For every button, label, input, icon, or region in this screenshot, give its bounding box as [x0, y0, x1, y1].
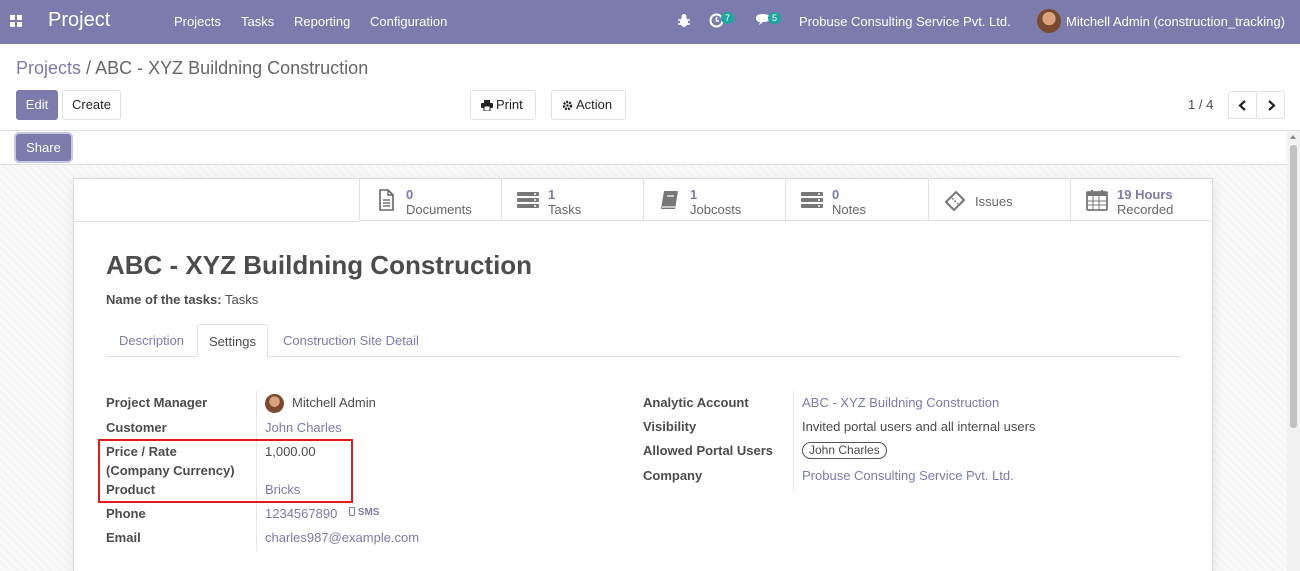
menu-tasks[interactable]: Tasks: [241, 14, 274, 29]
action-button[interactable]: Action: [551, 90, 626, 120]
documents-label: Documents: [406, 202, 472, 217]
debug-bug-icon[interactable]: [677, 13, 691, 28]
tab-description[interactable]: Description: [119, 324, 184, 357]
menu-reporting[interactable]: Reporting: [294, 14, 350, 29]
manager-avatar: [265, 394, 284, 413]
apps-menu-icon[interactable]: [10, 15, 22, 27]
tasks-name-value: Tasks: [224, 292, 259, 307]
analytic-account-link[interactable]: ABC - XYZ Buildning Construction: [802, 395, 999, 410]
issues-label: Issues: [975, 194, 1013, 209]
document-icon: [379, 189, 394, 211]
analytic-account-label: Analytic Account: [643, 395, 749, 410]
print-button[interactable]: Print: [470, 90, 536, 120]
project-title: ABC - XYZ Buildning Construction: [106, 250, 533, 280]
user-avatar[interactable]: [1037, 9, 1061, 33]
book-icon: [661, 191, 678, 209]
visibility-label: Visibility: [643, 419, 697, 434]
hours-recorded-smart-button[interactable]: 19 Hours Recorded: [1070, 178, 1212, 221]
mobile-icon: [349, 507, 355, 516]
user-menu[interactable]: Mitchell Admin (construction_tracking): [1066, 14, 1285, 29]
activity-count-badge: 7: [721, 12, 735, 24]
breadcrumb-current: ABC - XYZ Buildning Construction: [95, 58, 369, 78]
breadcrumb: Projects / ABC - XYZ Buildning Construct…: [16, 58, 368, 79]
email-link[interactable]: charles987@example.com: [265, 530, 419, 545]
breadcrumb-projects-link[interactable]: Projects: [16, 58, 81, 78]
documents-smart-button[interactable]: 0 Documents: [359, 178, 501, 221]
project-manager-value[interactable]: Mitchell Admin: [292, 395, 376, 410]
tasks-smart-button[interactable]: 1 Tasks: [501, 178, 643, 221]
right-group-separator: [793, 391, 794, 491]
hours-label: Recorded: [1117, 202, 1174, 217]
highlight-box: [98, 439, 353, 503]
phone-label: Phone: [106, 506, 146, 521]
breadcrumb-separator: /: [86, 58, 92, 78]
menu-projects[interactable]: Projects: [174, 14, 221, 29]
chevron-right-icon: [1268, 100, 1276, 111]
company-link[interactable]: Probuse Consulting Service Pvt. Ltd.: [802, 468, 1014, 483]
notes-smart-button[interactable]: 0 Notes: [785, 178, 927, 221]
message-count-badge: 5: [768, 12, 782, 24]
sms-button[interactable]: SMS: [349, 507, 379, 518]
jobcosts-label: Jobcosts: [690, 202, 742, 217]
tasks-name-label: Name of the tasks:: [106, 292, 222, 307]
customer-label: Customer: [106, 420, 167, 435]
hours-value: 19 Hours: [1117, 187, 1173, 202]
share-button[interactable]: Share: [16, 134, 71, 161]
jobcosts-count: 1: [690, 187, 698, 202]
chevron-left-icon: [1238, 100, 1246, 111]
tasks-count: 1: [548, 187, 556, 202]
allowed-portal-users-label: Allowed Portal Users: [643, 443, 774, 458]
email-label: Email: [106, 530, 141, 545]
control-panel-divider: [0, 130, 1300, 131]
form-sheet: [73, 178, 1213, 571]
jobcosts-smart-button[interactable]: 1 Jobcosts: [643, 178, 785, 221]
company-switcher[interactable]: Probuse Consulting Service Pvt. Ltd.: [799, 14, 1011, 29]
documents-count: 0: [406, 187, 414, 202]
calendar-icon: [1086, 190, 1108, 211]
portal-user-tag[interactable]: John Charles: [802, 442, 887, 459]
pager-value[interactable]: 1 / 4: [1188, 97, 1213, 112]
sms-label: SMS: [357, 507, 380, 518]
tab-settings[interactable]: Settings: [197, 324, 268, 357]
menu-configuration[interactable]: Configuration: [370, 14, 447, 29]
tasks-icon: [517, 192, 539, 208]
notes-label: Notes: [832, 202, 866, 217]
notes-icon: [801, 192, 823, 208]
top-navbar: Project Projects Tasks Reporting Configu…: [0, 0, 1300, 44]
tasks-label: Tasks: [548, 202, 582, 217]
phone-link[interactable]: 1234567890: [265, 506, 337, 521]
visibility-value: Invited portal users and all internal us…: [802, 419, 1036, 434]
company-label: Company: [643, 468, 703, 483]
gear-icon: [562, 100, 573, 111]
pager-previous-button[interactable]: [1228, 91, 1257, 119]
edit-button[interactable]: Edit: [16, 90, 58, 120]
action-label: Action: [576, 97, 613, 112]
notes-count: 0: [832, 187, 840, 202]
smart-buttons-divider: [73, 221, 359, 222]
ticket-icon: [944, 190, 966, 211]
tab-construction-site-detail[interactable]: Construction Site Detail: [283, 324, 419, 357]
print-icon: [481, 100, 493, 111]
pager-next-button[interactable]: [1256, 91, 1285, 119]
project-manager-label: Project Manager: [106, 395, 208, 410]
create-button[interactable]: Create: [62, 90, 121, 120]
customer-link[interactable]: John Charles: [265, 420, 342, 435]
issues-smart-button[interactable]: Issues: [928, 178, 1070, 221]
print-label: Print: [496, 97, 523, 112]
app-brand[interactable]: Project: [48, 9, 110, 32]
scrollbar[interactable]: [1287, 131, 1300, 571]
tasks-name-field: Name of the tasks: Tasks: [106, 292, 258, 307]
